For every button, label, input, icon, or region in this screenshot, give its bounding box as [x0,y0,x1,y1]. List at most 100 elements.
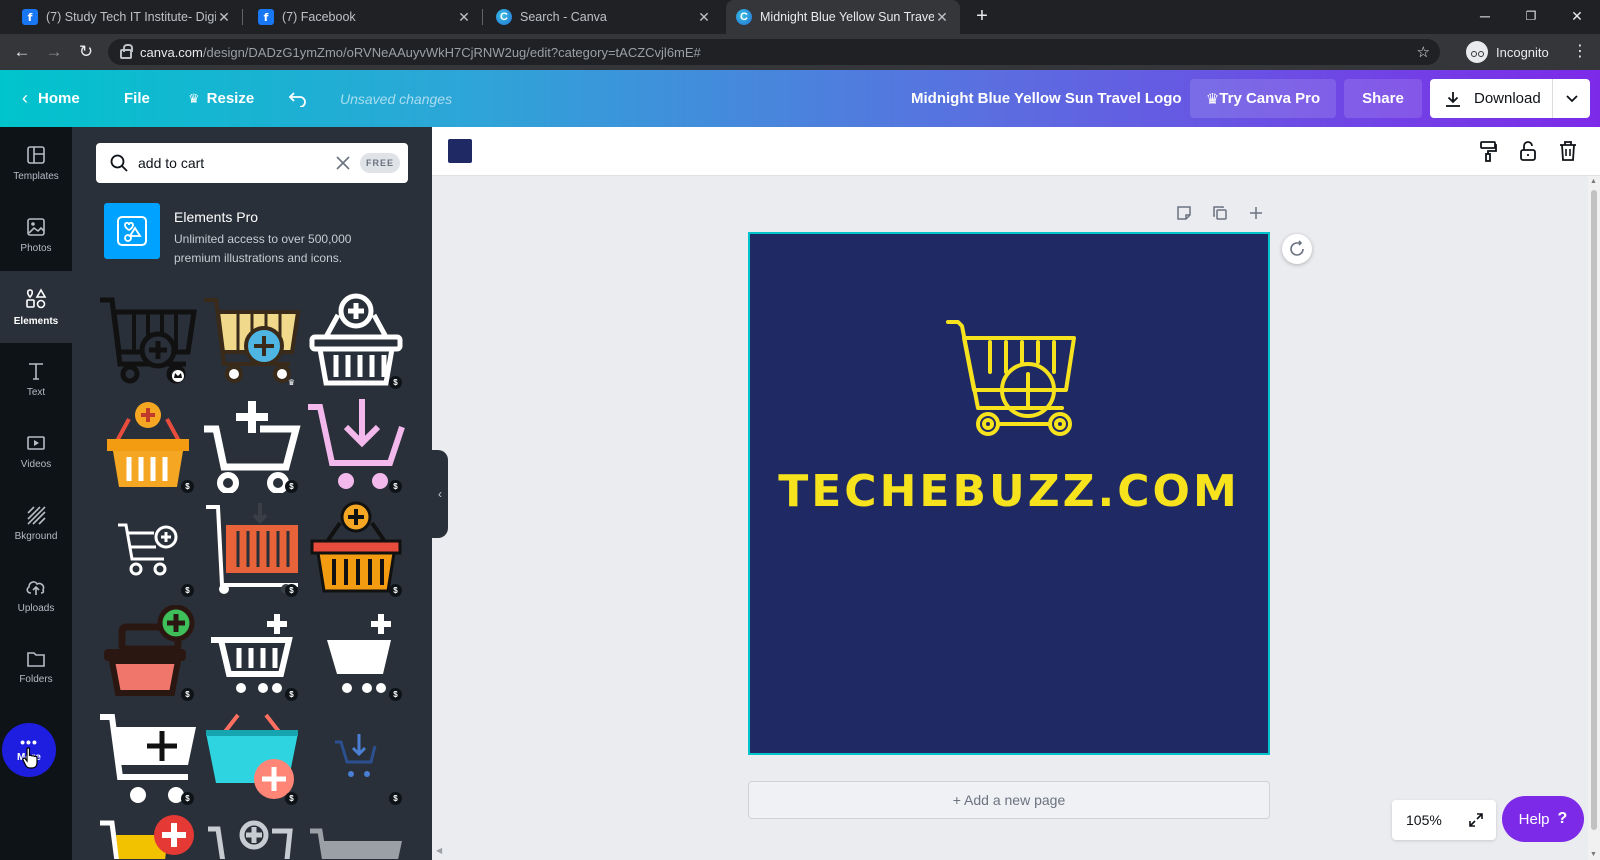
rail-item-background[interactable]: Bkground [0,487,72,559]
canva-icon: C [736,9,752,25]
element-result-cart-arrow-pink[interactable]: $ [304,393,408,497]
search-input[interactable] [138,155,328,171]
download-label: Download [1474,90,1541,107]
browser-tab-facebook[interactable]: f (7) Facebook ✕ [248,0,483,34]
rail-item-elements[interactable]: Elements [0,271,72,343]
lock-button[interactable] [1514,137,1542,165]
elements-pro-promo[interactable]: Elements Pro Unlimited access to over 50… [104,203,404,265]
close-icon[interactable]: ✕ [216,9,232,26]
design-title[interactable]: Midnight Blue Yellow Sun Travel Logo [911,70,1182,127]
shopping-cart-icon [208,820,293,859]
close-icon[interactable]: ✕ [456,9,472,26]
collapse-panel-handle[interactable]: ‹ [432,450,448,538]
design-logo-text[interactable]: TECHEBUZZ.COM [750,466,1268,517]
pro-price-badge: $ [285,480,298,493]
element-result-cart-plus-white-2[interactable]: $ [200,601,304,705]
element-result-cart-plus-yellow-blue[interactable]: ♛ [200,289,304,393]
element-result-basket-cyan-plus[interactable]: $ [200,705,304,809]
promo-description: Unlimited access to over 500,000 premium… [174,232,352,265]
shopping-cart-icon [310,828,402,859]
element-result-cart-orange-box[interactable]: $ [200,497,304,601]
url-omnibox[interactable]: canva.com/design/DADzG1ymZmo/oRVNeAAuyvW… [108,39,1440,65]
browser-menu-icon[interactable]: ⋮ [1572,42,1588,62]
zoom-control[interactable]: 105% [1392,800,1496,840]
file-menu-button[interactable]: File [124,70,150,127]
close-icon[interactable]: ✕ [696,9,712,26]
duplicate-page-button[interactable] [1208,202,1232,224]
rail-item-text[interactable]: Text [0,343,72,415]
new-tab-plus-icon[interactable]: + [972,6,992,28]
design-canvas-page[interactable]: TECHEBUZZ.COM [748,232,1270,755]
download-button[interactable]: Download [1430,79,1590,118]
window-close-icon[interactable]: ✕ [1562,4,1592,28]
browser-tab-active-design[interactable]: C Midnight Blue Yellow Sun Travel Logo ✕ [726,0,960,34]
elements-search-box[interactable]: FREE [96,143,408,183]
text-icon [29,362,43,380]
browser-tab-study-tech[interactable]: f (7) Study Tech IT Institute- Digital ✕ [12,0,243,34]
fullscreen-icon[interactable] [1468,812,1484,828]
clear-search-icon[interactable] [336,156,350,170]
delete-button[interactable] [1554,137,1582,165]
restore-icon[interactable]: ❐ [1516,4,1546,28]
element-result-cart-plus-white-bold[interactable]: $ [96,705,200,809]
rail-label: Folders [19,673,53,685]
rail-item-photos[interactable]: Photos [0,199,72,271]
editor-vertical-scrollbar[interactable]: ▲ ▼ [1588,176,1600,860]
resize-label: Resize [206,90,255,107]
scrollbar-thumb[interactable] [1591,190,1597,830]
element-result-cart-plus-white-3[interactable]: $ [304,601,408,705]
close-icon[interactable]: ✕ [934,9,950,26]
element-result-basket-plus-white[interactable]: $ [304,289,408,393]
undo-button[interactable] [288,70,308,127]
pro-price-badge: $ [389,376,402,389]
try-pro-label: Try Canva Pro [1219,90,1321,107]
download-options-chevron-icon[interactable] [1552,79,1590,118]
editor-context-toolbar [432,127,1600,176]
rail-item-templates[interactable]: Templates [0,127,72,199]
element-result-cart-grey[interactable] [304,809,408,859]
free-filter-badge[interactable]: FREE [360,153,400,173]
element-result-basket-plus-orange[interactable]: $ [96,393,200,497]
add-page-plus-button[interactable] [1244,202,1268,224]
help-button[interactable]: Help ? [1502,796,1584,842]
add-new-page-button[interactable]: + Add a new page [748,781,1270,819]
rail-item-uploads[interactable]: Uploads [0,559,72,631]
page-notes-button[interactable] [1172,202,1196,224]
pro-price-badge: $ [181,792,194,805]
reload-icon[interactable]: ↻ [75,42,97,62]
scroll-up-arrow-icon[interactable]: ▲ [1590,178,1597,185]
bookmark-star-icon[interactable]: ☆ [1417,43,1430,61]
home-button[interactable]: ‹ Home [22,70,80,127]
rotate-button[interactable] [1282,234,1312,264]
share-button[interactable]: Share [1344,79,1422,118]
browser-tab-strip: f (7) Study Tech IT Institute- Digital ✕… [0,0,1600,34]
templates-icon [27,145,45,164]
back-arrow-icon[interactable]: ← [11,42,33,62]
resize-button[interactable]: ♛ Resize [188,70,254,127]
element-result-basket-plus-red[interactable]: $ [304,497,408,601]
rail-label: Elements [13,315,59,327]
rail-item-folders[interactable]: Folders [0,631,72,703]
scroll-left-arrow-icon[interactable]: ◀ [436,846,442,855]
more-dots-icon: ••• [20,733,38,750]
background-color-swatch[interactable] [448,139,472,163]
rail-item-videos[interactable]: Videos [0,415,72,487]
element-result-cart-plus-grey[interactable] [200,809,304,859]
copy-style-button[interactable] [1474,137,1502,165]
element-result-cart-plus-outline[interactable]: $ [96,497,200,601]
shopping-cart-plus-icon[interactable] [944,316,1078,440]
browser-tab-search-canva[interactable]: C Search - Canva ✕ [486,0,722,34]
incognito-indicator[interactable]: Incognito [1466,41,1549,63]
scroll-down-arrow-icon[interactable]: ▼ [1590,851,1597,858]
element-result-cart-yellow-red[interactable] [96,809,200,859]
element-result-basket-plus-red-green[interactable]: $ [96,601,200,705]
rail-label: Text [26,386,46,398]
save-status: Unsaved changes [340,90,453,107]
element-result-cart-arrow-small[interactable]: $ [304,705,408,809]
lock-icon [120,44,133,59]
element-result-cart-plus-black[interactable] [96,289,200,393]
forward-arrow-icon[interactable]: → [43,42,65,62]
element-result-cart-plus-white[interactable]: $ [200,393,304,497]
try-canva-pro-button[interactable]: ♛ Try Canva Pro [1190,79,1336,118]
minimize-icon[interactable]: ─ [1470,4,1500,28]
